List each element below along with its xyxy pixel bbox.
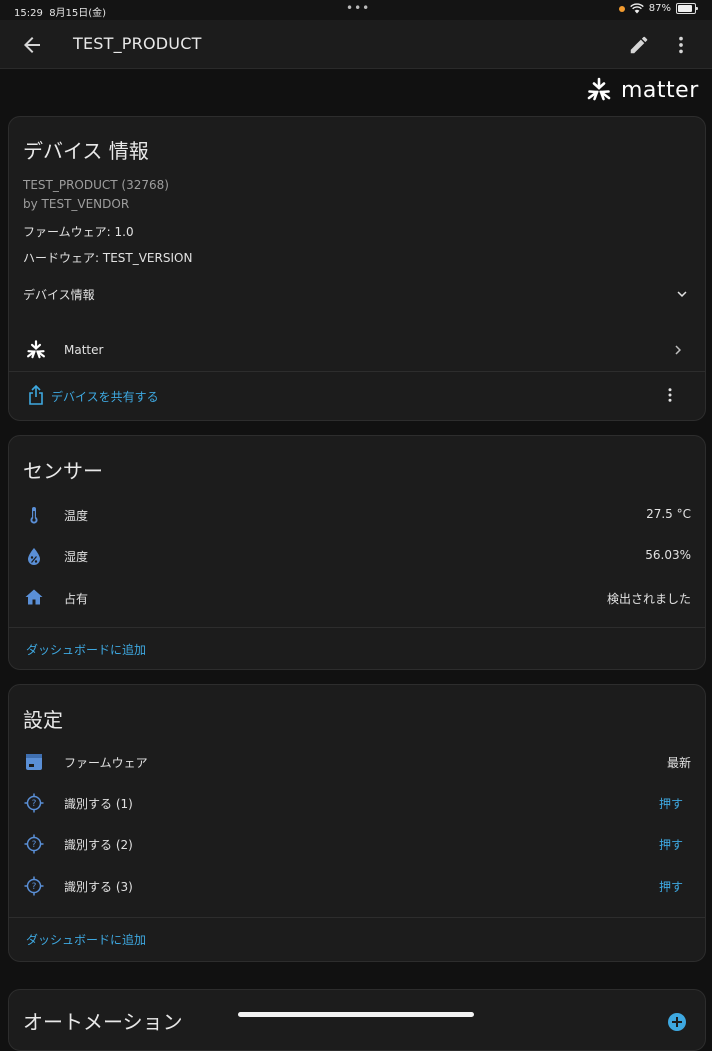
divider	[9, 627, 705, 628]
pencil-icon[interactable]	[628, 34, 650, 56]
identify-icon: ?	[24, 793, 44, 813]
humidity-icon	[28, 548, 40, 565]
sensor-value: 56.03%	[645, 548, 691, 562]
add-to-dashboard-link[interactable]: ダッシュボードに追加	[26, 641, 146, 658]
sensor-label: 湿度	[64, 550, 89, 564]
wifi-icon	[629, 3, 644, 14]
battery-percent: 87%	[648, 3, 671, 14]
status-right: 87%	[618, 3, 698, 14]
settings-label: ファームウェア	[64, 756, 148, 770]
settings-value: 最新	[666, 756, 691, 770]
divider	[9, 371, 705, 372]
sensor-value: 検出されました	[606, 592, 691, 606]
automation-title: オートメーション	[23, 1010, 183, 1034]
add-circle-icon[interactable]	[667, 1012, 687, 1032]
add-to-dashboard-link[interactable]: ダッシュボードに追加	[26, 931, 146, 948]
sensor-row-temperature[interactable]: 温度 27.5 °C	[9, 496, 705, 536]
press-button[interactable]: 押す	[659, 878, 683, 895]
identify-icon: ?	[24, 834, 44, 854]
battery-fill	[678, 5, 692, 12]
battery-icon	[676, 3, 698, 14]
matter-logo-icon	[587, 77, 611, 101]
device-firmware: ファームウェア: 1.0	[23, 225, 134, 239]
matter-icon	[27, 340, 45, 359]
svg-text:?: ?	[32, 799, 37, 809]
matter-wordmark: matter	[621, 77, 699, 103]
sensors-title: センサー	[23, 459, 103, 483]
settings-row-identify-2[interactable]: ? 識別する (2) 押す	[9, 824, 705, 864]
divider	[9, 917, 705, 918]
sensor-row-humidity[interactable]: 湿度 56.03%	[9, 537, 705, 577]
recording-dot-icon	[618, 5, 625, 12]
svg-text:?: ?	[32, 882, 37, 892]
press-button[interactable]: 押す	[659, 836, 683, 853]
share-icon	[29, 385, 43, 405]
settings-label: 識別する (1)	[64, 797, 133, 811]
status-time: 15:29 8月15日(金)	[14, 8, 107, 19]
sensor-row-occupancy[interactable]: 占有 検出されました	[9, 579, 705, 619]
settings-row-identify-3[interactable]: ? 識別する (3) 押す	[9, 866, 705, 906]
page-title: TEST_PRODUCT	[73, 34, 202, 53]
identify-icon: ?	[24, 876, 44, 896]
settings-row-identify-1[interactable]: ? 識別する (1) 押す	[9, 783, 705, 823]
device-hardware: ハードウェア: TEST_VERSION	[23, 251, 193, 265]
device-product: TEST_PRODUCT (32768)	[23, 178, 169, 192]
home-icon	[25, 589, 43, 605]
device-info-card: デバイス 情報 TEST_PRODUCT (32768) by TEST_VEN…	[8, 116, 706, 421]
integration-row-matter[interactable]: Matter	[9, 329, 705, 371]
share-device-label: デバイスを共有する	[51, 390, 159, 404]
more-vertical-icon[interactable]	[670, 34, 692, 56]
chevron-right-icon	[675, 345, 681, 355]
settings-row-firmware[interactable]: ファームウェア 最新	[9, 742, 705, 782]
press-button[interactable]: 押す	[659, 795, 683, 812]
sensor-label: 温度	[64, 509, 89, 523]
sensor-value: 27.5 °C	[646, 507, 691, 521]
svg-text:?: ?	[32, 840, 37, 850]
automation-card: オートメーション	[8, 989, 706, 1051]
thermometer-icon	[30, 507, 38, 524]
matter-logo: matter	[585, 74, 705, 106]
share-device-button[interactable]: デバイスを共有する	[19, 379, 179, 411]
settings-card: 設定 ファームウェア 最新 ? 識別する (1) 押す ? 識別する (2) 押…	[8, 684, 706, 962]
chevron-down-icon	[677, 291, 687, 297]
back-arrow-icon[interactable]	[20, 33, 44, 57]
device-info-expander[interactable]: デバイス情報	[9, 273, 705, 313]
multitask-dots[interactable]: •••	[346, 1, 370, 15]
integration-label: Matter	[64, 343, 104, 357]
firmware-icon	[26, 754, 42, 770]
app-bar: TEST_PRODUCT	[0, 20, 712, 69]
device-info-title: デバイス 情報	[23, 139, 149, 163]
sensor-label: 占有	[64, 592, 89, 606]
more-vertical-icon[interactable]	[661, 386, 679, 404]
device-vendor: by TEST_VENDOR	[23, 197, 130, 211]
status-bar: 15:29 8月15日(金) ••• 87%	[0, 0, 712, 20]
home-indicator[interactable]	[238, 1012, 474, 1017]
settings-label: 識別する (3)	[64, 880, 133, 894]
settings-title: 設定	[23, 708, 63, 732]
device-info-expander-label: デバイス情報	[23, 288, 95, 302]
settings-label: 識別する (2)	[64, 838, 133, 852]
sensors-card: センサー 温度 27.5 °C 湿度 56.03% 占有 検出されました ダッシ…	[8, 435, 706, 670]
